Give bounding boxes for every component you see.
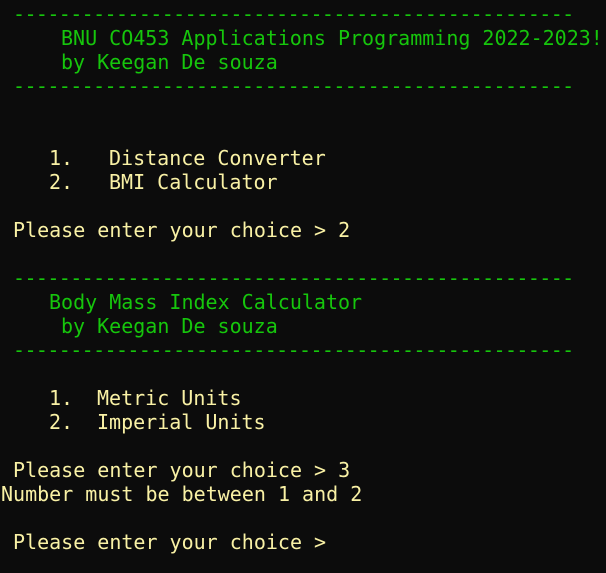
menu-option-distance-converter: Distance Converter — [109, 146, 326, 170]
choice-prompt: Please enter your choice > 2 — [13, 218, 351, 242]
app-title: BNU CO453 Applications Programming 2022-… — [61, 26, 603, 50]
menu-option-number: 2. — [49, 410, 74, 434]
menu-option-number: 2. — [49, 170, 74, 194]
menu-option-metric-units: Metric Units — [97, 386, 242, 410]
divider-line: ----------------------------------------… — [13, 266, 574, 290]
section-author: by Keegan De souza — [61, 314, 278, 338]
choice-input-prompt[interactable]: Please enter your choice > — [13, 530, 326, 554]
error-message: Number must be between 1 and 2 — [1, 482, 363, 506]
menu-option-number: 1. — [49, 146, 74, 170]
menu-option-bmi-calculator: BMI Calculator — [109, 170, 278, 194]
divider-line: ----------------------------------------… — [13, 74, 574, 98]
choice-prompt: Please enter your choice > 3 — [13, 458, 351, 482]
section-title: Body Mass Index Calculator — [49, 290, 363, 314]
menu-option-imperial-units: Imperial Units — [97, 410, 266, 434]
divider-line: ----------------------------------------… — [13, 338, 574, 362]
menu-option-number: 1. — [49, 386, 74, 410]
console-window: ----------------------------------------… — [0, 0, 606, 573]
app-author: by Keegan De souza — [61, 50, 278, 74]
divider-line: ----------------------------------------… — [13, 2, 574, 26]
